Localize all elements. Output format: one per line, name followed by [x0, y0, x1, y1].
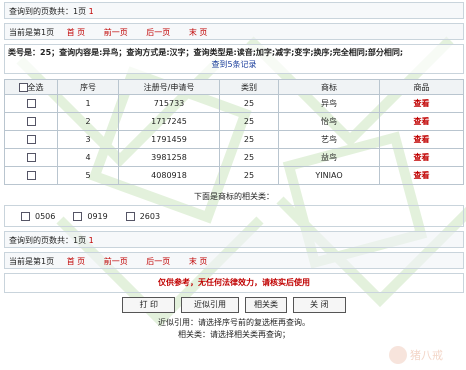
- pager-nav-bottom: 当前是第1页 首 页 前一页 后一页 末 页: [4, 252, 464, 269]
- cell-no: 1: [57, 94, 119, 113]
- help-text: 近似引用：请选择序号前的复选框再查询。 相关类：请选择相关类再查询；: [4, 317, 464, 341]
- table-row: 1 715733 25 异鸟 查看: [4, 94, 464, 113]
- related-class-item[interactable]: 2603: [125, 211, 161, 221]
- view-link[interactable]: 查看: [379, 166, 464, 185]
- table-row: 5 4080918 25 YINIAO 查看: [4, 166, 464, 185]
- row-checkbox[interactable]: [26, 171, 36, 180]
- watermark-logo: 猪八戒: [389, 346, 443, 364]
- disclaimer-notice: 仅供参考，无任何法律效力，请核实后使用: [4, 273, 464, 293]
- cell-class: 25: [219, 112, 279, 131]
- cell-class: 25: [219, 148, 279, 167]
- pages-found-extra: 1: [88, 236, 94, 245]
- row-checkbox[interactable]: [26, 135, 36, 144]
- cell-reg-no: 1791459: [118, 130, 220, 149]
- cell-trademark: 艺鸟: [278, 130, 380, 149]
- select-all-checkbox[interactable]: [18, 82, 28, 92]
- last-page-link[interactable]: 末 页: [189, 28, 208, 37]
- cell-trademark: 怡鸟: [278, 112, 380, 131]
- header-trademark: 商标: [278, 79, 380, 95]
- select-all-cell[interactable]: 全选: [4, 79, 58, 95]
- related-class-item[interactable]: 0919: [73, 211, 108, 221]
- query-summary: 类号是：25；查询内容是:异鸟；查询方式是:汉字；查询类型是:读音;加字;减字;…: [4, 44, 464, 74]
- cell-trademark: 异鸟: [278, 94, 380, 113]
- results-table: 全选 序号 注册号/申请号 类别 商标 商品 1 715733 25 异鸟 查看…: [4, 79, 464, 185]
- cell-reg-no: 1717245: [118, 112, 220, 131]
- header-class: 类别: [219, 79, 279, 95]
- pages-found-label: 查询到的页数共：: [9, 7, 73, 16]
- print-button[interactable]: 打 印: [122, 297, 175, 313]
- pager-info-bottom: 查询到的页数共：1页 1: [4, 231, 464, 248]
- cell-reg-no: 3981258: [118, 148, 220, 167]
- cell-class: 25: [219, 94, 279, 113]
- related-class-item[interactable]: 0506: [21, 211, 56, 221]
- view-link[interactable]: 查看: [379, 94, 464, 113]
- pages-found-label: 查询到的页数共：: [9, 236, 73, 245]
- related-classes: 0506 0919 2603: [4, 205, 464, 227]
- prev-page-link[interactable]: 前一页: [104, 28, 128, 37]
- view-link[interactable]: 查看: [379, 148, 464, 167]
- row-checkbox[interactable]: [26, 99, 36, 108]
- related-class-checkbox[interactable]: [73, 211, 83, 221]
- cell-no: 4: [57, 148, 119, 167]
- row-checkbox-cell[interactable]: [4, 166, 58, 185]
- cell-class: 25: [219, 166, 279, 185]
- pager-nav-top: 当前是第1页 首 页 前一页 后一页 末 页: [4, 23, 464, 40]
- row-checkbox-cell[interactable]: [4, 112, 58, 131]
- query-summary-text: 类号是：25；查询内容是:异鸟；查询方式是:汉字；查询类型是:读音;加字;减字;…: [8, 48, 404, 57]
- last-page-link[interactable]: 末 页: [189, 257, 208, 266]
- first-page-link[interactable]: 首 页: [67, 257, 86, 266]
- cell-reg-no: 4080918: [118, 166, 220, 185]
- pages-found-value: 1页: [73, 236, 87, 245]
- prev-page-link[interactable]: 前一页: [104, 257, 128, 266]
- action-buttons: 打 印 近似引用 相关类 关 闭: [4, 297, 464, 313]
- cell-trademark: YINIAO: [278, 166, 380, 185]
- related-class-button[interactable]: 相关类: [245, 297, 287, 313]
- cell-no: 5: [57, 166, 119, 185]
- record-count-link[interactable]: 查到5条记录: [8, 59, 460, 70]
- cell-no: 2: [57, 112, 119, 131]
- pages-found-extra: 1: [88, 7, 94, 16]
- help-line-similar: 近似引用：请选择序号前的复选框再查询。: [158, 318, 310, 327]
- header-no: 序号: [57, 79, 119, 95]
- cell-no: 3: [57, 130, 119, 149]
- view-link[interactable]: 查看: [379, 130, 464, 149]
- row-checkbox-cell[interactable]: [4, 94, 58, 113]
- related-class-checkbox[interactable]: [21, 211, 30, 221]
- next-page-link[interactable]: 后一页: [146, 28, 170, 37]
- close-button[interactable]: 关 闭: [293, 297, 346, 313]
- next-page-link[interactable]: 后一页: [146, 257, 170, 266]
- row-checkbox[interactable]: [26, 117, 36, 126]
- table-row: 4 3981258 25 益鸟 查看: [4, 148, 464, 167]
- view-link[interactable]: 查看: [379, 112, 464, 131]
- cell-class: 25: [219, 130, 279, 149]
- first-page-link[interactable]: 首 页: [67, 28, 86, 37]
- cell-reg-no: 715733: [118, 94, 220, 113]
- header-reg-no: 注册号/申请号: [118, 79, 220, 95]
- help-line-related: 相关类：请选择相关类再查询；: [178, 330, 290, 339]
- page: 查询到的页数共：1页 1 当前是第1页 首 页 前一页 后一页 末 页 类号是：…: [4, 2, 464, 341]
- table-row: 3 1791459 25 艺鸟 查看: [4, 130, 464, 149]
- related-class-label: 0919: [87, 211, 108, 221]
- pager-info-top: 查询到的页数共：1页 1: [4, 2, 464, 19]
- related-class-checkbox[interactable]: [125, 211, 135, 221]
- related-classes-title: 下面是商标的相关类：: [194, 192, 274, 201]
- current-page-label: 当前是第1页: [9, 28, 55, 37]
- row-checkbox-cell[interactable]: [4, 148, 58, 167]
- row-checkbox-cell[interactable]: [4, 130, 58, 149]
- row-checkbox[interactable]: [26, 153, 36, 162]
- table-row: 2 1717245 25 怡鸟 查看: [4, 112, 464, 131]
- table-header-row: 全选 序号 注册号/申请号 类别 商标 商品: [4, 79, 464, 95]
- pages-found-value: 1页: [73, 7, 87, 16]
- cell-trademark: 益鸟: [278, 148, 380, 167]
- select-all-label: 全选: [27, 82, 44, 92]
- svg-text:猪八戒: 猪八戒: [410, 349, 443, 362]
- similar-cite-button[interactable]: 近似引用: [181, 297, 239, 313]
- header-goods: 商品: [379, 79, 464, 95]
- related-class-label: 0506: [35, 211, 56, 221]
- current-page-label: 当前是第1页: [9, 257, 55, 266]
- related-class-label: 2603: [139, 211, 161, 221]
